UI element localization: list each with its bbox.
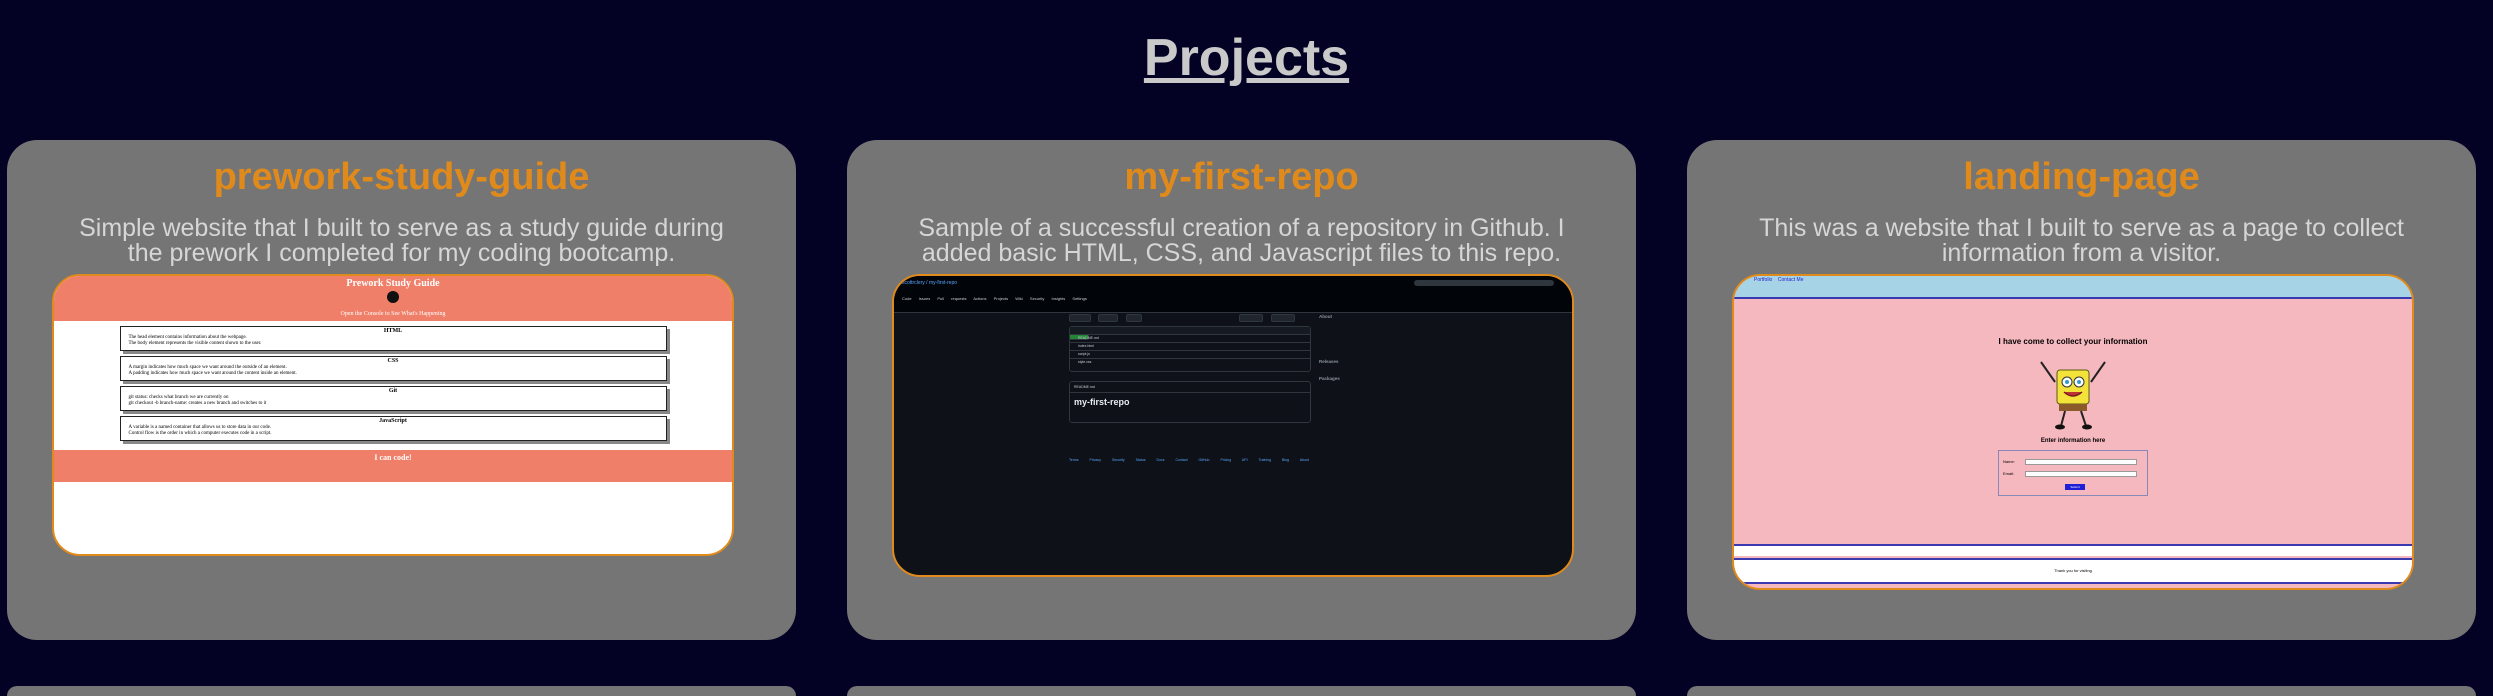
project-screenshot[interactable]: Portfolio Contact Me I have come to coll… [1732, 274, 2414, 590]
preview-footer-link: Docs [1156, 458, 1165, 462]
project-title-link[interactable]: prework-study-guide [7, 140, 796, 202]
preview-nav-link: Portfolio [1754, 277, 1773, 283]
project-description: This was a website that I built to serve… [1759, 214, 2404, 267]
preview-footer-link: Status [1135, 458, 1146, 462]
preview-tab: Settings [1072, 296, 1087, 301]
preview-footer: I can code! [54, 450, 732, 482]
page-title: Projects [1143, 29, 1350, 87]
project-title-link[interactable]: my-first-repo [847, 140, 1636, 202]
project-description: Simple website that I built to serve as … [79, 214, 724, 267]
preview-about-heading: About [1319, 314, 1332, 319]
preview-tab: Issues [918, 296, 931, 301]
preview-footer-link: Privacy [1089, 458, 1101, 462]
project-card-next-row [7, 686, 796, 696]
preview-footer: Thank you for visiting [1734, 558, 2412, 584]
preview-repo-tabs: Code Issues Pull requests Actions Projec… [902, 296, 1087, 301]
preview-contact-form: Name: Email: Submit [1998, 450, 2148, 496]
preview-tab: Security [1029, 296, 1045, 301]
preview-file-row: style.css [1078, 360, 1092, 364]
spongebob-image [2040, 361, 2106, 430]
project-description: Sample of a successful creation of a rep… [918, 214, 1565, 267]
preview-commit-row [1070, 327, 1310, 335]
preview-email-input [2025, 471, 2137, 477]
preview-divider [1734, 544, 2412, 556]
preview-breadcrumb: scottrclery / my-first-repo [902, 280, 958, 286]
preview-tab: Insights [1051, 296, 1066, 301]
preview-topic-name: JavaScript [379, 418, 407, 424]
preview-topic-name: Git [388, 388, 398, 394]
preview-tab: Projects [993, 296, 1009, 301]
preview-tab: Code [902, 296, 912, 301]
project-card-next-row [847, 686, 1636, 696]
preview-readme: README.md my-first-repo [1069, 381, 1311, 423]
preview-chip [1125, 314, 1142, 322]
preview-chip [1270, 314, 1295, 322]
preview-file-row: index.html [1070, 343, 1310, 351]
preview-nav-link: Contact Me [1777, 277, 1804, 283]
preview-field-label: Email: [2003, 471, 2015, 476]
preview-readme-label: README.md [1070, 382, 1310, 393]
preview-submit-button: Submit [2065, 484, 2085, 490]
preview-tab: Actions [973, 296, 987, 301]
preview-topic: JavaScript A variable is a named contain… [119, 416, 667, 441]
preview-file-row: script.js [1070, 351, 1310, 359]
preview-topic-note: A padding indicates how much space we wa… [128, 371, 297, 376]
project-screenshot[interactable]: Prework Study Guide Open the Console to … [52, 274, 734, 556]
preview-footer-link: Security [1111, 458, 1125, 462]
preview-footer-link: Terms [1069, 458, 1079, 462]
preview-file-row: README.md [1070, 335, 1310, 343]
preview-branch-chip [1069, 314, 1091, 322]
project-card-my-first-repo: my-first-repo Sample of a successful cre… [847, 140, 1636, 640]
project-card-next-row [1687, 686, 2476, 696]
preview-github-header: scottrclery / my-first-repo Code Issues … [894, 276, 1572, 313]
preview-topic-note: Control flow is the order in which a com… [128, 431, 272, 436]
project-card-prework-study-guide: prework-study-guide Simple website that … [7, 140, 796, 640]
preview-file-list: README.md index.html script.js style.css [1069, 326, 1311, 372]
preview-github-footer: Terms Privacy Security Status Docs Conta… [1069, 458, 1309, 462]
preview-tab: Wiki [1015, 296, 1023, 301]
preview-subheading: Enter information here [2040, 438, 2106, 444]
preview-chip [1098, 314, 1119, 322]
preview-topic: CSS A margin indicates how much space we… [119, 356, 667, 381]
preview-nav: Portfolio Contact Me [1734, 276, 2412, 299]
preview-name-input [2025, 459, 2137, 465]
preview-releases-heading: Releases [1319, 359, 1339, 364]
preview-repo-actions [1069, 314, 1309, 340]
preview-field-label: Name: [2003, 459, 2015, 464]
preview-footer-link: Blog [1282, 458, 1290, 462]
preview-tab: Pull requests [937, 296, 967, 301]
preview-footer-link: About [1299, 458, 1309, 462]
preview-packages-heading: Packages [1319, 376, 1340, 381]
preview-about-panel: About Releases Packages [1319, 314, 1399, 444]
preview-topic: HTML The head element contains informati… [119, 326, 667, 351]
preview-banner: Open the Console to See What's Happening [54, 308, 732, 321]
preview-topic-note: git checkout -b branch-name: creates a n… [128, 401, 267, 406]
preview-chip [1239, 314, 1264, 322]
avatar-icon [387, 291, 399, 303]
preview-footer-link: Pricing [1220, 458, 1232, 462]
preview-header-controls [1414, 280, 1554, 286]
preview-header-title: Prework Study Guide [346, 278, 440, 289]
preview-readme-heading: my-first-repo [1074, 397, 1130, 407]
preview-topic-name: HTML [383, 328, 403, 334]
preview-topic-name: CSS [387, 358, 399, 364]
project-screenshot[interactable]: scottrclery / my-first-repo Code Issues … [892, 274, 1574, 577]
preview-header: Prework Study Guide [54, 276, 732, 308]
preview-heading: I have come to collect your information [1998, 337, 2148, 346]
preview-footer-link: Contact GitHub [1175, 458, 1210, 462]
preview-footer-link: Training [1258, 458, 1272, 462]
project-card-landing-page: landing-page This was a website that I b… [1687, 140, 2476, 640]
preview-footer-link: API [1241, 458, 1248, 462]
preview-topic-note: The body element represents the visible … [128, 341, 262, 346]
project-title-link[interactable]: landing-page [1687, 140, 2476, 202]
preview-topic: Git git status: checks what branch we ar… [119, 386, 667, 411]
